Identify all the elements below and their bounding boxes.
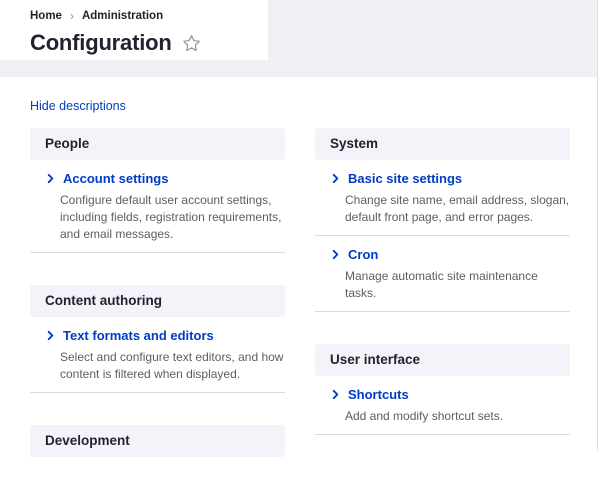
admin-item-label[interactable]: Account settings [63,171,168,186]
category-card: User interface Shortcuts Add and modify … [315,344,570,435]
chevron-right-icon [330,173,341,184]
hide-descriptions-link[interactable]: Hide descriptions [30,99,126,113]
admin-item-label[interactable]: Text formats and editors [63,328,214,343]
admin-item: Text formats and editors Select and conf… [30,317,285,393]
category-card: Content authoring Text formats and edito… [30,285,285,393]
admin-item-label[interactable]: Basic site settings [348,171,462,186]
star-icon[interactable] [182,34,201,53]
admin-item-description: Select and configure text editors, and h… [60,349,285,383]
admin-item-link[interactable]: Cron [315,247,570,262]
admin-item-link[interactable]: Shortcuts [315,387,570,402]
admin-item-description: Add and modify shortcut sets. [345,408,570,425]
category-title: Development [30,425,285,457]
category-items: Shortcuts Add and modify shortcut sets. [315,376,570,435]
breadcrumb-link-administration[interactable]: Administration [82,10,163,22]
admin-item-link[interactable]: Text formats and editors [30,328,285,343]
category-items: Basic site settings Change site name, em… [315,160,570,312]
category-card: Development [30,425,285,457]
admin-item-description: Configure default user account settings,… [60,192,285,243]
column-left: People Account settings Configure defaul… [30,128,285,489]
admin-item-label[interactable]: Cron [348,247,378,262]
chevron-right-icon [330,389,341,400]
admin-item-label[interactable]: Shortcuts [348,387,409,402]
page-header: Home › Administration Configuration [0,0,268,60]
admin-item: Shortcuts Add and modify shortcut sets. [315,376,570,435]
chevron-right-icon [45,330,56,341]
page-title: Configuration [30,30,172,56]
admin-item-link[interactable]: Basic site settings [315,171,570,186]
breadcrumb: Home › Administration [30,9,268,23]
category-title: User interface [315,344,570,376]
chevron-right-icon [45,173,56,184]
admin-item: Cron Manage automatic site maintenance t… [315,236,570,312]
chevron-right-icon [330,249,341,260]
category-items: Account settings Configure default user … [30,160,285,253]
title-row: Configuration [30,30,268,56]
admin-item-link[interactable]: Account settings [30,171,285,186]
breadcrumb-link-home[interactable]: Home [30,10,62,22]
category-items: Text formats and editors Select and conf… [30,317,285,393]
admin-item-description: Manage automatic site maintenance tasks. [345,268,570,302]
category-title: People [30,128,285,160]
breadcrumb-separator-icon: › [70,9,74,23]
category-title: Content authoring [30,285,285,317]
admin-item: Basic site settings Change site name, em… [315,160,570,236]
category-title: System [315,128,570,160]
category-card: System Basic site settings Change site n… [315,128,570,312]
admin-item-description: Change site name, email address, slogan,… [345,192,570,226]
column-right: System Basic site settings Change site n… [315,128,570,467]
admin-item: Account settings Configure default user … [30,160,285,253]
category-card: People Account settings Configure defaul… [30,128,285,253]
